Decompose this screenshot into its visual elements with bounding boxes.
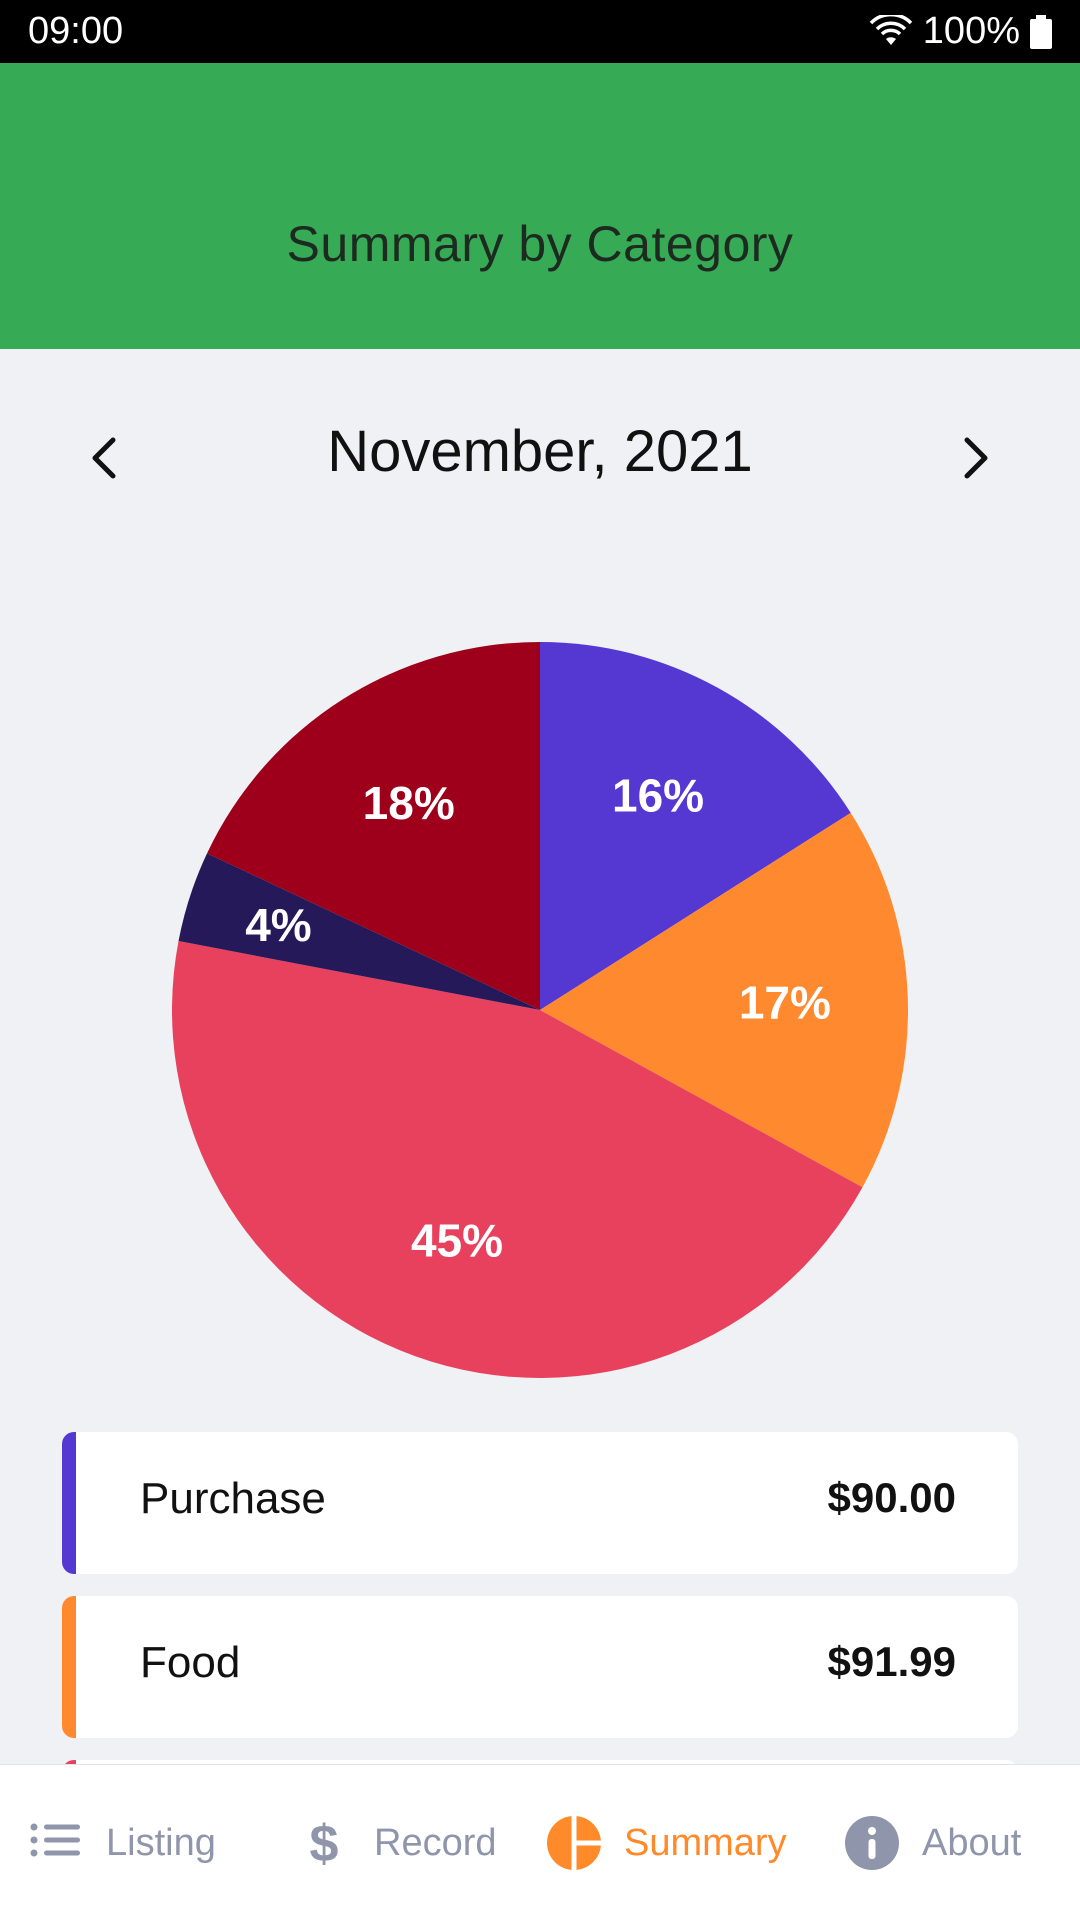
category-card-purchase[interactable]: Purchase $90.00	[62, 1432, 1018, 1574]
category-pie-chart: 16% 17% 45% 4% 18%	[170, 640, 910, 1380]
pie-slice-label: 17%	[739, 976, 831, 1028]
month-label: November, 2021	[327, 419, 753, 484]
nav-record-label: Record	[374, 1821, 497, 1864]
nav-about[interactable]: About	[844, 1765, 1021, 1920]
category-amount: $91.99	[827, 1638, 956, 1685]
nav-summary[interactable]: Summary	[546, 1765, 787, 1920]
app-header: Summary by Category	[0, 63, 1080, 349]
status-bar: 09:00 100%	[0, 0, 1080, 63]
category-name: Food	[140, 1638, 241, 1687]
nav-listing-label: Listing	[106, 1821, 216, 1864]
bottom-navigation: Listing $ Record Summary About	[0, 1764, 1080, 1920]
pie-slice-label: 18%	[363, 777, 455, 829]
category-card-food[interactable]: Food $91.99	[62, 1596, 1018, 1738]
page-title: Summary by Category	[286, 216, 794, 272]
nav-record[interactable]: $ Record	[296, 1765, 497, 1920]
category-color-bar	[62, 1432, 76, 1574]
list-icon	[30, 1823, 80, 1857]
battery-percent: 100%	[922, 10, 1020, 52]
battery-icon	[1030, 14, 1052, 49]
category-color-bar	[62, 1596, 76, 1738]
dollar-icon: $	[310, 1815, 339, 1871]
pie-chart-icon	[547, 1816, 601, 1870]
wifi-icon	[869, 14, 913, 45]
pie-slice-label: 4%	[245, 899, 311, 951]
pie-chart-svg: 16% 17% 45% 4% 18%	[172, 642, 908, 1378]
chevron-right-icon	[964, 437, 988, 479]
status-indicators: 100%	[869, 10, 1052, 53]
next-month-button[interactable]	[946, 428, 1006, 488]
category-amount: $90.00	[827, 1474, 956, 1521]
nav-about-label: About	[922, 1821, 1022, 1864]
status-time: 09:00	[28, 10, 124, 52]
category-name: Purchase	[140, 1474, 326, 1523]
nav-summary-label: Summary	[624, 1821, 787, 1864]
nav-listing[interactable]: Listing	[28, 1765, 216, 1920]
month-navigator: November, 2021	[0, 410, 1080, 500]
pie-slice-label: 16%	[612, 769, 704, 821]
svg-text:$: $	[310, 1815, 339, 1871]
info-icon	[845, 1816, 899, 1870]
pie-slice-label: 45%	[411, 1215, 503, 1267]
